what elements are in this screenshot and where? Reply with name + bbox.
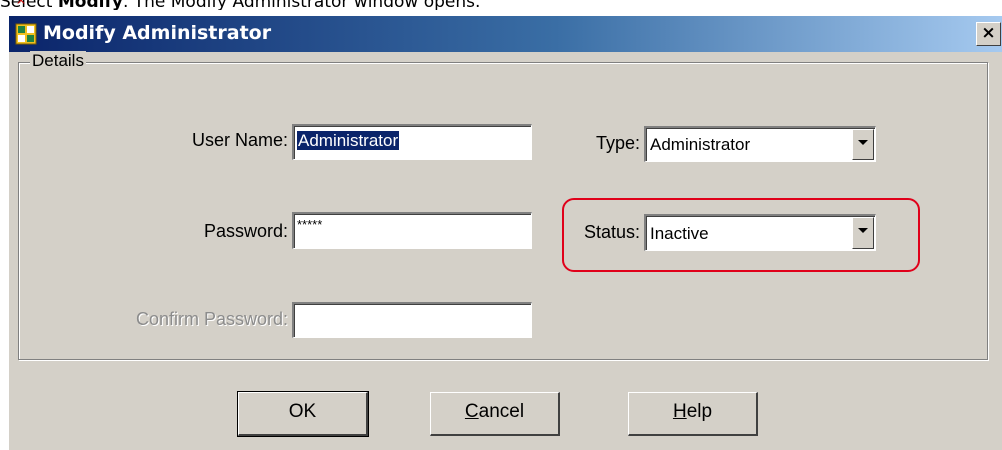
caption-bold: Modify <box>57 0 123 10</box>
window-title: Modify Administrator <box>43 22 272 44</box>
cancel-mnemonic: C <box>464 401 479 422</box>
status-highlight-annotation <box>562 198 920 272</box>
cancel-button-label: ancel <box>478 401 525 422</box>
instruction-caption: Select Modify. The Modify Administrator … <box>0 0 1002 10</box>
user-name-label: User Name: <box>191 130 288 150</box>
help-button[interactable]: Help <box>628 392 758 436</box>
confirm-password-label: Confirm Password: <box>135 309 288 329</box>
type-select[interactable]: Administrator <box>644 126 876 162</box>
help-mnemonic: H <box>672 401 687 422</box>
ok-button-label: OK <box>288 401 317 422</box>
app-window-icon <box>15 23 37 45</box>
title-bar[interactable]: Modify Administrator × <box>9 16 1002 52</box>
type-value: Administrator <box>650 135 751 154</box>
type-label: Type: <box>595 133 640 153</box>
cancel-button[interactable]: Cancel <box>430 392 560 436</box>
password-input[interactable]: ***** <box>292 212 532 249</box>
cursor-marker-icon: ^ <box>16 0 27 12</box>
confirm-password-input[interactable] <box>292 302 532 338</box>
ok-button[interactable]: OK <box>237 391 369 437</box>
password-value: ***** <box>297 217 323 232</box>
details-group-label: Details <box>30 51 86 71</box>
caption-suffix: . The Modify Administrator window opens. <box>122 0 481 10</box>
user-name-value: Administrator <box>297 131 400 150</box>
close-button[interactable]: × <box>976 22 1001 46</box>
password-label: Password: <box>203 221 288 241</box>
caption-prefix: Select <box>0 0 58 10</box>
user-name-input[interactable]: Administrator <box>292 124 532 160</box>
close-icon: × <box>981 23 996 43</box>
chevron-down-icon[interactable] <box>852 129 874 160</box>
help-button-label: elp <box>686 401 713 422</box>
